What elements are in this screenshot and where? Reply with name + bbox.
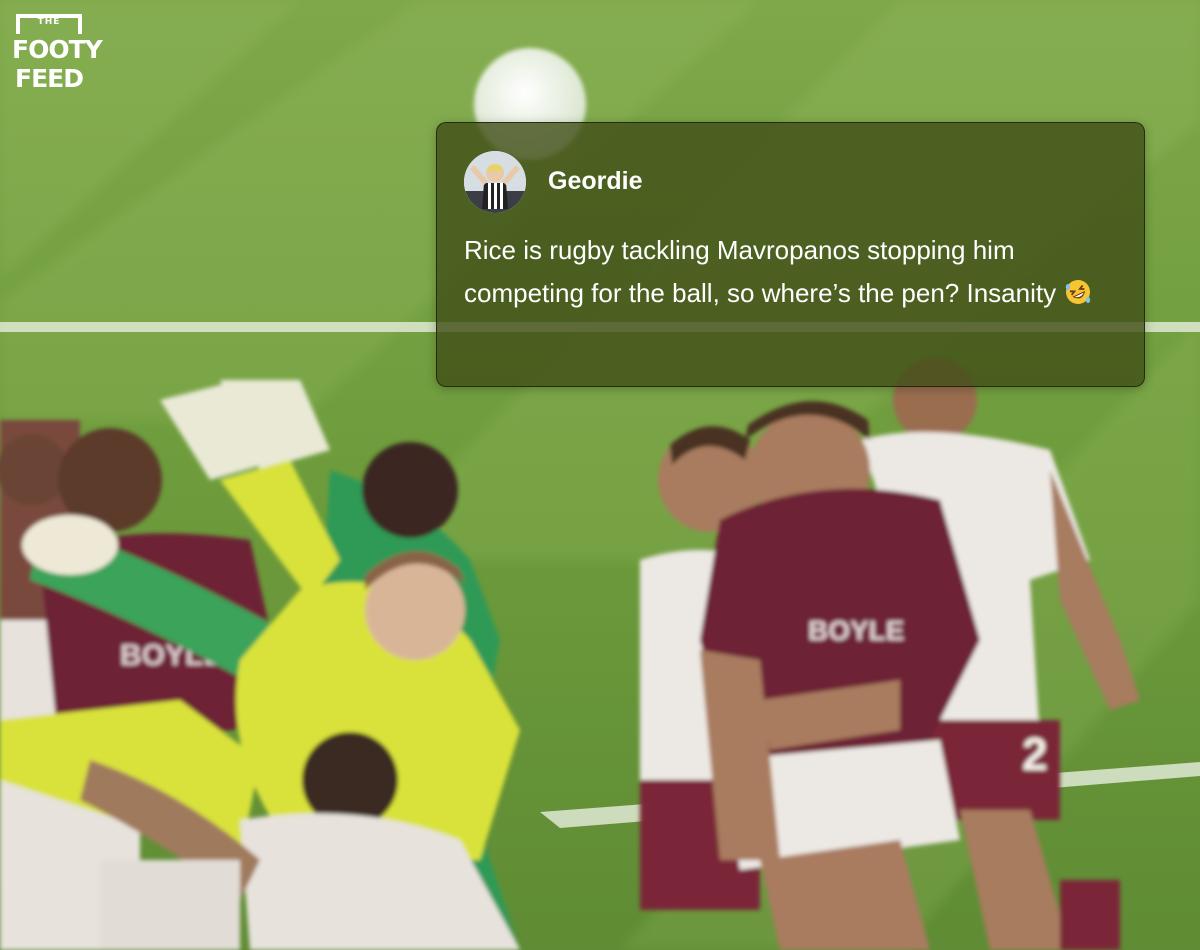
svg-text:BOYLE: BOYLE bbox=[808, 615, 904, 646]
avatar bbox=[464, 151, 526, 213]
logo-line1: FOOTY bbox=[12, 35, 103, 64]
svg-text:2: 2 bbox=[1022, 728, 1048, 780]
logo-line2: FEED bbox=[15, 64, 84, 93]
rolling-on-floor-laughing-emoji-icon bbox=[1064, 276, 1092, 319]
tweet-author: Geordie bbox=[548, 167, 643, 195]
logo-small-text: THE bbox=[37, 17, 61, 27]
players-left: BOYLE bbox=[0, 380, 520, 950]
tweet-text-block: Rice is rugby tackling Mavropanos stoppi… bbox=[464, 229, 1124, 319]
tweet-card: Geordie Rice is rugby tackling Mavropano… bbox=[436, 122, 1145, 387]
tweet-text: Rice is rugby tackling Mavropanos stoppi… bbox=[464, 235, 1057, 308]
footy-feed-logo: THE FOOTY FEED bbox=[12, 14, 103, 96]
